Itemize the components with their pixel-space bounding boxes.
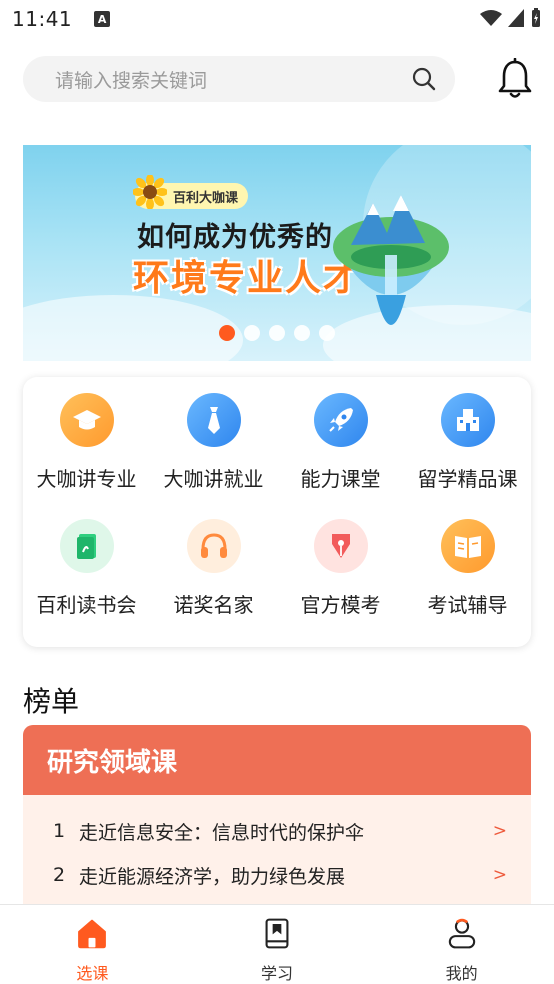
category-label: 考试辅导 bbox=[427, 593, 508, 617]
tab-profile[interactable]: 我的 bbox=[369, 905, 554, 984]
graduation-cap-icon bbox=[59, 393, 114, 447]
bookmark-icon bbox=[265, 918, 289, 949]
search-placeholder: 请输入搜索关键词 bbox=[55, 69, 208, 92]
ranking-number: 2 bbox=[53, 864, 66, 886]
banner-dot[interactable] bbox=[319, 325, 335, 341]
banner-pagination bbox=[219, 325, 335, 341]
ranking-title: 走近能源经济学，助力绿色发展 bbox=[79, 865, 346, 888]
banner-dot[interactable] bbox=[219, 325, 235, 341]
category-item[interactable]: 官方模考 bbox=[277, 519, 404, 645]
category-item[interactable]: 能力课堂 bbox=[277, 393, 404, 519]
search-input[interactable]: 请输入搜索关键词 bbox=[23, 56, 455, 102]
banner-dot[interactable] bbox=[269, 325, 285, 341]
banner-dot[interactable] bbox=[294, 325, 310, 341]
status-bar: 11:41 A bbox=[0, 0, 554, 38]
category-item[interactable]: 大咖讲就业 bbox=[150, 393, 277, 519]
ranking-row[interactable]: 1 走近信息安全：信息时代的保护伞 > bbox=[23, 809, 531, 853]
book-icon bbox=[59, 519, 114, 573]
rocket-icon bbox=[313, 393, 368, 447]
wifi-icon bbox=[480, 10, 502, 26]
tab-courses[interactable]: 选课 bbox=[0, 905, 185, 984]
ranking-card: 研究领域课 1 走近信息安全：信息时代的保护伞 > 2 走近能源经济学，助力绿色… bbox=[23, 725, 531, 915]
search-row: 请输入搜索关键词 bbox=[23, 56, 533, 104]
category-label: 大咖讲就业 bbox=[163, 467, 264, 491]
category-label: 能力课堂 bbox=[300, 467, 381, 491]
tab-study[interactable]: 学习 bbox=[185, 905, 370, 984]
banner-cloud bbox=[23, 295, 243, 361]
status-time: 11:41 bbox=[12, 7, 73, 31]
tab-label: 选课 bbox=[76, 964, 109, 983]
headphones-icon bbox=[186, 519, 241, 573]
category-label: 留学精品课 bbox=[417, 467, 518, 491]
ranking-number: 1 bbox=[53, 820, 66, 842]
banner-dot[interactable] bbox=[244, 325, 260, 341]
building-icon bbox=[440, 393, 495, 447]
tie-icon bbox=[186, 393, 241, 447]
category-label: 大咖讲专业 bbox=[36, 467, 137, 491]
promo-banner[interactable]: 百利大咖课 如何成为优秀的 环境专业人才 bbox=[23, 145, 531, 361]
category-item[interactable]: 留学精品课 bbox=[404, 393, 531, 519]
chevron-right-icon[interactable]: > bbox=[493, 865, 507, 885]
ranking-card-title: 研究领域课 bbox=[23, 725, 531, 795]
ranking-section-title: 榜单 bbox=[23, 685, 80, 718]
category-item[interactable]: 诺奖名家 bbox=[150, 519, 277, 645]
ranking-title: 走近信息安全：信息时代的保护伞 bbox=[79, 821, 365, 844]
pen-nib-icon bbox=[313, 519, 368, 573]
ranking-row[interactable]: 2 走近能源经济学，助力绿色发展 > bbox=[23, 853, 531, 897]
category-item[interactable]: 百利读书会 bbox=[23, 519, 150, 645]
user-icon bbox=[448, 918, 475, 949]
tab-label: 学习 bbox=[261, 964, 294, 983]
signal-icon bbox=[508, 9, 524, 27]
category-item[interactable]: 考试辅导 bbox=[404, 519, 531, 645]
category-grid: 大咖讲专业 大咖讲就业 能力课堂 留学精品课 百利读书会 诺奖名家 官方模考 考… bbox=[23, 377, 531, 647]
earth-waterfall-illustration bbox=[333, 195, 449, 325]
bottom-tab-bar: 选课 学习 我的 bbox=[0, 904, 554, 984]
category-label: 百利读书会 bbox=[36, 593, 137, 617]
notification-app-icon: A bbox=[94, 11, 111, 27]
category-label: 官方模考 bbox=[300, 593, 381, 617]
battery-icon bbox=[532, 8, 540, 27]
chevron-right-icon[interactable]: > bbox=[493, 821, 507, 841]
tab-label: 我的 bbox=[445, 964, 478, 983]
category-label: 诺奖名家 bbox=[173, 593, 254, 617]
category-item[interactable]: 大咖讲专业 bbox=[23, 393, 150, 519]
home-icon bbox=[78, 919, 107, 949]
bell-icon[interactable] bbox=[497, 58, 533, 100]
sunflower-icon bbox=[133, 175, 167, 209]
open-book-icon bbox=[440, 519, 495, 573]
search-icon[interactable] bbox=[411, 66, 437, 92]
